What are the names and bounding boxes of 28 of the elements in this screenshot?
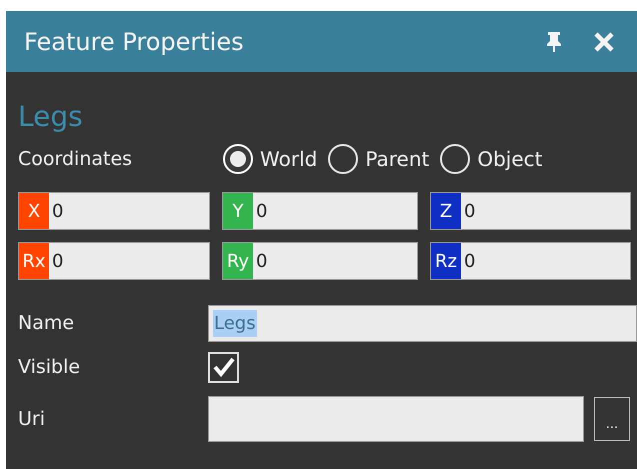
radio-label[interactable]: World — [260, 144, 318, 174]
radio-button[interactable] — [327, 143, 360, 175]
axis-label: Y — [223, 193, 253, 229]
pin-icon[interactable] — [545, 30, 563, 52]
feature-heading: Legs — [18, 100, 84, 134]
axis-label: Z — [431, 193, 461, 229]
visible-checkbox[interactable] — [208, 352, 239, 382]
window-title: Feature Properties — [24, 26, 245, 58]
name-label: Name — [18, 311, 76, 336]
coordinates-label: Coordinates — [18, 146, 134, 172]
uri-field[interactable] — [208, 396, 584, 442]
coordinate-field[interactable]: Ry 0 — [222, 242, 418, 280]
visible-label: Visible — [18, 354, 82, 380]
uri-label: Uri — [18, 406, 46, 432]
axis-label: Rx — [19, 243, 49, 279]
close-icon[interactable] — [593, 30, 615, 52]
coordinate-field[interactable]: Z 0 — [430, 192, 631, 230]
radio-button[interactable] — [439, 143, 472, 175]
radio-label[interactable]: Object — [477, 144, 542, 174]
browse-button[interactable]: ... — [594, 397, 630, 441]
coordinate-field[interactable]: Y 0 — [222, 192, 418, 230]
axis-label: X — [19, 193, 49, 229]
axis-label: Ry — [223, 243, 253, 279]
coordinate-field[interactable]: Rz 0 — [430, 242, 631, 280]
axis-label: Rz — [431, 243, 461, 279]
coordinate-field[interactable]: Rx 0 — [18, 242, 210, 280]
coordinate-field[interactable]: X 0 — [18, 192, 210, 230]
radio-label[interactable]: Parent — [365, 144, 430, 174]
